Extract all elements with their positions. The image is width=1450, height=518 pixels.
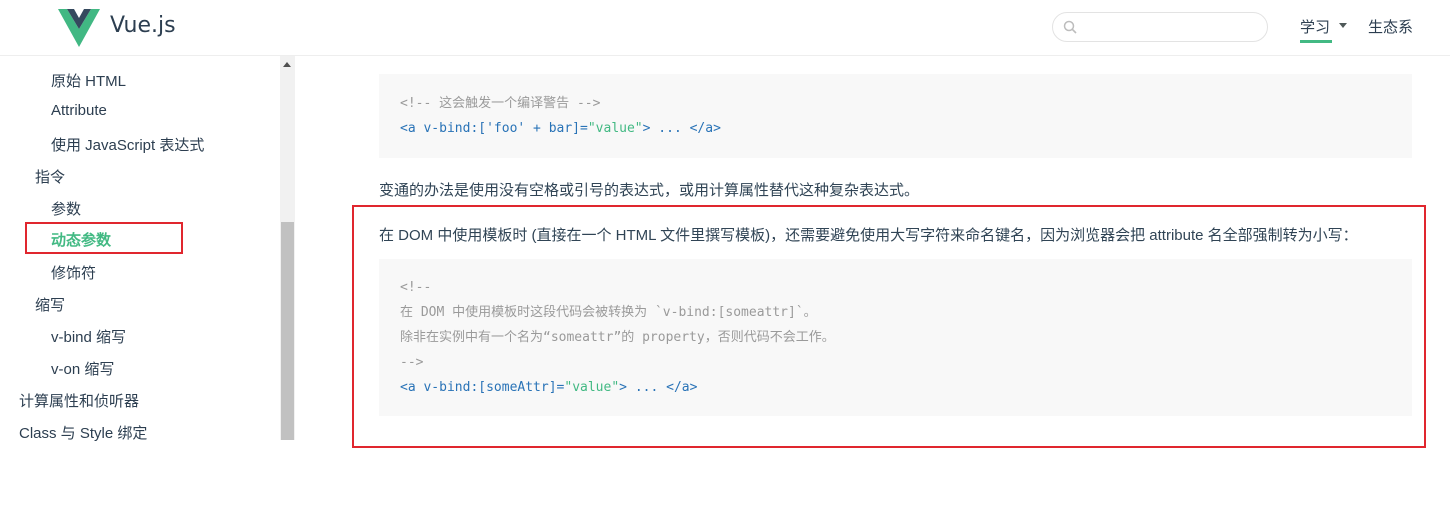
top-header: Vue.js 学习 生态系	[0, 0, 1450, 56]
sidebar-item-v-bind-shorthand[interactable]: v-bind 缩写	[51, 326, 126, 347]
active-item-highlight-box	[25, 222, 183, 254]
nav-learn[interactable]: 学习	[1300, 16, 1332, 43]
paragraph-dom-template-note: 在 DOM 中使用模板时 (直接在一个 HTML 文件里撰写模板)，还需要避免使…	[379, 227, 1358, 244]
brand-name[interactable]: Vue.js	[110, 13, 176, 38]
sidebar-item-shorthands[interactable]: 缩写	[35, 294, 65, 315]
code-comment: <!-- 这会触发一个编译警告 -->	[400, 96, 601, 111]
sidebar-item-v-on-shorthand[interactable]: v-on 缩写	[51, 358, 114, 379]
vue-logo-icon[interactable]	[58, 9, 100, 47]
code-comment-line: -->	[400, 355, 424, 370]
sidebar-item-attribute[interactable]: Attribute	[51, 102, 107, 119]
code-comment-line: 在 DOM 中使用模板时这段代码会被转换为 `v-bind:[someattr]…	[400, 305, 817, 320]
sidebar-item-computed-watchers[interactable]: 计算属性和侦听器	[19, 390, 139, 411]
code-tag-open: <a v-bind:['foo' + bar]=	[400, 121, 588, 136]
sidebar-item-raw-html[interactable]: 原始 HTML	[51, 70, 126, 91]
nav-active-underline	[1300, 40, 1332, 43]
code-tag-open: <a v-bind:[someAttr]=	[400, 380, 565, 395]
code-comment-line: 除非在实例中有一个名为“someattr”的 property，否则代码不会工作…	[400, 330, 835, 345]
search-box[interactable]	[1052, 12, 1268, 42]
code-tag-close: > ... </a>	[619, 380, 698, 395]
sidebar-item-directives[interactable]: 指令	[35, 166, 65, 187]
nav-learn-label[interactable]: 学习	[1300, 19, 1330, 36]
sidebar-item-modifiers[interactable]: 修饰符	[51, 262, 96, 283]
code-block-lowercase-attr: <!-- 在 DOM 中使用模板时这段代码会被转换为 `v-bind:[some…	[379, 259, 1412, 416]
search-input[interactable]	[1083, 18, 1259, 36]
code-attr-value: "value"	[564, 380, 620, 395]
sidebar-item-class-style[interactable]: Class 与 Style 绑定	[19, 422, 147, 443]
search-icon	[1063, 20, 1077, 34]
chevron-down-icon[interactable]	[1339, 23, 1347, 28]
code-comment-line: <!--	[400, 280, 432, 295]
paragraph-workaround: 变通的办法是使用没有空格或引号的表达式，或用计算属性替代这种复杂表达式。	[379, 182, 920, 199]
code-block-compile-warning: <!-- 这会触发一个编译警告 --> <a v-bind:['foo' + b…	[379, 74, 1412, 158]
code-attr-value: "value"	[587, 121, 643, 136]
sidebar: 原始 HTML Attribute 使用 JavaScript 表达式 指令 参…	[0, 56, 296, 518]
scrollbar-thumb[interactable]	[281, 222, 294, 440]
scroll-up-arrow-icon[interactable]	[283, 62, 291, 67]
nav-ecosystem[interactable]: 生态系	[1368, 16, 1413, 37]
sidebar-scrollbar[interactable]	[280, 56, 295, 440]
sidebar-item-arguments[interactable]: 参数	[51, 198, 81, 219]
sidebar-item-js-expressions[interactable]: 使用 JavaScript 表达式	[51, 134, 204, 155]
code-tag-close: > ... </a>	[642, 121, 721, 136]
